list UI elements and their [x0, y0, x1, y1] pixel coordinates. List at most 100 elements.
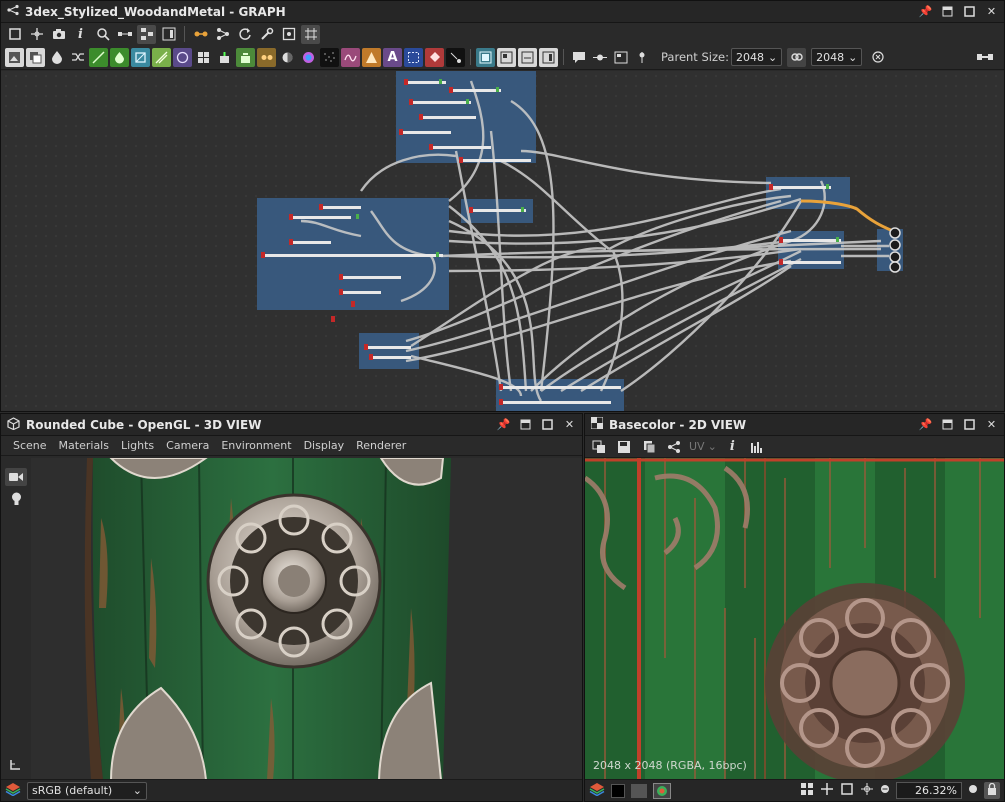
move-icon[interactable] — [27, 25, 46, 44]
fit-view-icon[interactable] — [840, 782, 854, 799]
colorspace-dropdown[interactable]: sRGB (default) ⌄ — [27, 781, 147, 800]
hsl-node-icon[interactable] — [299, 48, 318, 67]
text-node-icon[interactable]: A — [383, 47, 402, 67]
output-node-icon[interactable] — [215, 48, 234, 67]
menu-lights[interactable]: Lights — [115, 439, 160, 452]
node-library-toolbar: A Parent Size: 2048 ⌄ 2048 ⌄ — [1, 45, 1004, 70]
maximize-icon[interactable] — [963, 5, 976, 18]
background-black-swatch[interactable] — [611, 783, 625, 798]
menu-materials[interactable]: Materials — [53, 439, 115, 452]
reset-size-icon[interactable] — [868, 48, 887, 67]
comment-icon[interactable] — [569, 48, 588, 67]
pin-node-icon[interactable] — [518, 47, 537, 67]
shuffle-icon[interactable] — [68, 48, 87, 67]
chevron-down-icon: ⌄ — [767, 50, 778, 64]
filter-node-icon[interactable] — [362, 47, 381, 67]
maximize-icon[interactable] — [541, 418, 554, 431]
value-node-icon[interactable] — [257, 47, 276, 67]
parent-size-height-dropdown[interactable]: 2048 ⌄ — [811, 48, 863, 66]
refresh-icon[interactable] — [235, 25, 254, 44]
search-icon[interactable] — [93, 25, 112, 44]
graph-link-icon[interactable] — [664, 437, 683, 456]
layers-icon[interactable] — [5, 782, 21, 799]
bitmap-node-icon[interactable] — [5, 47, 24, 67]
clipboard-icon[interactable] — [639, 437, 658, 456]
zoom-input[interactable]: 26.32% — [896, 782, 962, 799]
axis-icon[interactable] — [9, 759, 21, 774]
comment-node-icon[interactable] — [476, 47, 495, 67]
frame-all-icon[interactable] — [5, 25, 24, 44]
fx-node-icon[interactable] — [446, 47, 465, 67]
connect-icon[interactable] — [115, 25, 134, 44]
align-icon[interactable] — [159, 25, 178, 44]
pixel-ratio-icon[interactable] — [820, 782, 834, 799]
pin-icon[interactable]: 📌 — [919, 418, 933, 431]
video-camera-icon[interactable] — [5, 468, 27, 486]
zoom-out-icon[interactable] — [880, 784, 890, 797]
tools-icon[interactable] — [257, 25, 276, 44]
restore-icon[interactable] — [941, 418, 954, 431]
tile-node-icon[interactable] — [194, 48, 213, 67]
light-bulb-icon[interactable] — [9, 491, 23, 507]
zoom-in-icon[interactable] — [968, 784, 978, 797]
color-view-icon[interactable] — [653, 782, 671, 799]
camera-icon[interactable] — [49, 25, 68, 44]
2d-viewport[interactable]: 2048 x 2048 (RGBA, 16bpc) — [585, 458, 1004, 780]
menu-scene[interactable]: Scene — [7, 439, 53, 452]
menu-renderer[interactable]: Renderer — [350, 439, 412, 452]
gradient-node-icon[interactable] — [152, 47, 171, 67]
transform-node-icon[interactable] — [131, 47, 150, 67]
parent-size-height-value: 2048 — [816, 50, 845, 64]
uv-dropdown[interactable]: UV ⌄ — [689, 440, 717, 453]
dot-node-icon[interactable] — [590, 48, 609, 67]
frame-node-icon[interactable] — [497, 47, 516, 67]
layout-icon[interactable] — [137, 24, 156, 44]
link-size-icon[interactable] — [787, 47, 807, 67]
drop-icon[interactable] — [47, 48, 66, 67]
svg-node-icon[interactable] — [26, 47, 45, 67]
pin-marker-icon[interactable] — [632, 48, 651, 67]
info-icon[interactable]: i — [723, 437, 742, 456]
levels-node-icon[interactable] — [278, 48, 297, 67]
input-node-icon[interactable] — [236, 47, 255, 67]
graph-canvas[interactable] — [1, 71, 1004, 411]
graph-output-icon[interactable] — [539, 47, 558, 67]
blend-node-icon[interactable] — [110, 47, 129, 67]
maximize-icon[interactable] — [963, 418, 976, 431]
grid-snap-icon[interactable] — [301, 24, 320, 44]
preview-icon[interactable] — [611, 48, 630, 67]
export-icon[interactable] — [279, 25, 298, 44]
selection-node-icon[interactable] — [404, 47, 423, 67]
pin-icon[interactable]: 📌 — [919, 5, 933, 18]
channels-icon[interactable] — [589, 782, 605, 799]
shape-node-icon[interactable] — [173, 47, 192, 67]
lock-icon[interactable] — [984, 782, 1000, 799]
warp-node-icon[interactable] — [341, 47, 360, 67]
close-icon[interactable]: ✕ — [985, 418, 998, 431]
curve-node-icon[interactable] — [89, 47, 108, 67]
menu-camera[interactable]: Camera — [160, 439, 215, 452]
close-icon[interactable]: ✕ — [985, 5, 998, 18]
pan-icon[interactable] — [860, 782, 874, 799]
close-icon[interactable]: ✕ — [563, 418, 576, 431]
link-node-icon[interactable] — [191, 25, 210, 44]
pin-icon[interactable]: 📌 — [497, 418, 511, 431]
copy-view-icon[interactable] — [589, 437, 608, 456]
restore-icon[interactable] — [941, 5, 954, 18]
menu-display[interactable]: Display — [298, 439, 351, 452]
restore-icon[interactable] — [519, 418, 532, 431]
node-link-toggle-icon[interactable] — [975, 48, 994, 67]
3d-viewport[interactable] — [31, 458, 582, 780]
info-icon[interactable]: i — [71, 25, 90, 44]
alpha-toggle-icon[interactable] — [631, 783, 647, 798]
histogram-icon[interactable] — [748, 437, 767, 456]
parent-size-width-dropdown[interactable]: 2048 ⌄ — [730, 48, 783, 66]
graph-tree-icon[interactable] — [213, 25, 232, 44]
basecolor-texture — [585, 458, 1004, 780]
fill-node-icon[interactable] — [425, 47, 444, 67]
tile-grid-icon[interactable] — [800, 782, 814, 799]
save-icon[interactable] — [614, 437, 633, 456]
noise-node-icon[interactable] — [320, 47, 339, 67]
graph-panel-icon — [7, 4, 19, 19]
menu-environment[interactable]: Environment — [215, 439, 297, 452]
